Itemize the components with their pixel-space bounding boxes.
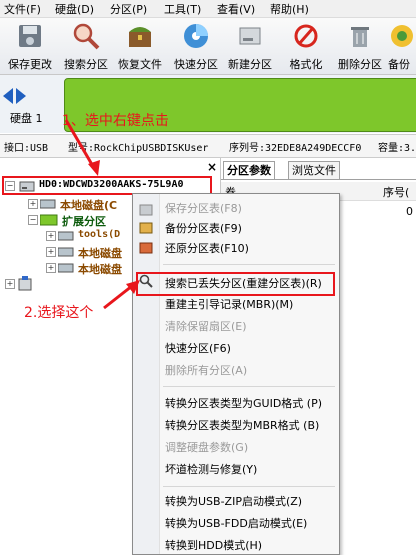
save-table-icon	[139, 204, 153, 216]
quick-partition-button[interactable]: 快速分区	[168, 18, 224, 74]
menu-partition[interactable]: 分区(P)	[110, 1, 147, 17]
format-button[interactable]: 格式化	[278, 18, 334, 74]
menu-item-convert-guid[interactable]: 转换分区表类型为GUID格式 (P)	[165, 395, 322, 413]
capacity-text: 容量:3.	[378, 143, 416, 154]
disk-label: 硬盘 1	[10, 112, 43, 125]
disk-drive-icon	[239, 27, 261, 45]
prev-disk-arrow-icon[interactable]	[3, 88, 13, 104]
close-panel-icon[interactable]: ×	[207, 160, 217, 174]
expand-icon[interactable]: +	[46, 247, 56, 257]
menu-item-bad-sector[interactable]: 坏道检测与修复(Y)	[165, 461, 257, 479]
delete-partition-button[interactable]: 删除分区	[332, 18, 388, 74]
save-changes-button[interactable]: 保存更改	[2, 18, 58, 74]
highlight-box-search	[136, 272, 335, 296]
menu-item-adjust-params[interactable]: 调整硬盘参数(G)	[165, 439, 248, 457]
menu-file[interactable]: 文件(F)	[4, 1, 41, 17]
context-menu: 保存分区表(F8) 备份分区表(F9) 还原分区表(F10) 搜索已丢失分区(重…	[132, 193, 340, 555]
menu-item-delete-all[interactable]: 删除所有分区(A)	[165, 362, 247, 380]
menu-item-backup-table[interactable]: 备份分区表(F9)	[165, 220, 242, 238]
recover-files-button[interactable]: 恢复文件	[112, 18, 168, 74]
serial-text: 序列号:32EDE8A249DECCF0	[229, 143, 362, 154]
expand-icon[interactable]: +	[46, 263, 56, 273]
menu-separator	[163, 386, 335, 387]
menu-item-quick-partition[interactable]: 快速分区(F6)	[165, 340, 231, 358]
interface-text: 接口:USB	[4, 143, 49, 154]
backup-table-icon	[139, 222, 153, 234]
new-partition-button[interactable]: 新建分区	[222, 18, 278, 74]
toolbar: 保存更改 搜索分区 恢复文件 快速分区 新建分区 格式化 删除分区 备份	[0, 18, 416, 75]
save-icon	[19, 25, 41, 47]
partition-icon	[40, 199, 56, 209]
annotation-arrow-2	[103, 280, 140, 310]
partition-icon	[58, 263, 74, 273]
menu-tools[interactable]: 工具(T)	[164, 1, 201, 17]
table-cell-index: 0	[406, 205, 413, 218]
magnifier-icon	[73, 23, 100, 50]
menu-item-usb-zip[interactable]: 转换为USB-ZIP启动模式(Z)	[165, 493, 302, 511]
search-partition-button[interactable]: 搜索分区	[58, 18, 114, 74]
restore-table-icon	[139, 242, 153, 254]
menu-item-save-table[interactable]: 保存分区表(F8)	[165, 200, 242, 218]
treasure-chest-icon	[129, 27, 151, 47]
tab-browse-files[interactable]: 浏览文件	[288, 161, 340, 179]
menu-item-hdd-mode[interactable]: 转换到HDD模式(H)	[165, 537, 262, 555]
extended-partition-icon	[40, 214, 58, 226]
backup-icon	[391, 25, 413, 47]
menu-separator	[163, 486, 335, 487]
menu-view[interactable]: 查看(V)	[217, 1, 255, 17]
menu-item-convert-mbr[interactable]: 转换分区表类型为MBR格式 (B)	[165, 417, 319, 435]
trash-icon	[351, 27, 369, 47]
tab-divider	[221, 179, 416, 180]
menu-help[interactable]: 帮助(H)	[270, 1, 309, 17]
expand-icon[interactable]: +	[28, 199, 38, 209]
menu-item-restore-table[interactable]: 还原分区表(F10)	[165, 240, 249, 258]
usb-disk-icon	[18, 276, 32, 291]
next-disk-arrow-icon[interactable]	[16, 88, 26, 104]
expand-icon[interactable]: +	[46, 231, 56, 241]
partition-icon	[58, 231, 74, 241]
menu-disk[interactable]: 硬盘(D)	[55, 1, 94, 17]
tab-partition-params[interactable]: 分区参数	[223, 161, 275, 179]
format-icon	[294, 24, 318, 48]
menu-separator	[163, 264, 335, 265]
menu-item-clear-reserved[interactable]: 清除保留扇区(E)	[165, 318, 247, 336]
menu-item-usb-fdd[interactable]: 转换为USB-FDD启动模式(E)	[165, 515, 307, 533]
partition-icon	[58, 247, 74, 257]
expand-icon[interactable]: +	[5, 279, 15, 289]
menu-bar: 文件(F) 硬盘(D) 分区(P) 工具(T) 查看(V) 帮助(H)	[0, 0, 416, 18]
annotation-arrow-1	[64, 119, 100, 176]
disc-icon	[184, 24, 208, 48]
annotation-step2: 2.选择这个	[24, 305, 94, 321]
menu-item-rebuild-mbr[interactable]: 重建主引导记录(MBR)(M)	[165, 296, 293, 314]
backup-button[interactable]: 备份	[384, 18, 416, 74]
collapse-icon[interactable]: −	[28, 215, 38, 225]
